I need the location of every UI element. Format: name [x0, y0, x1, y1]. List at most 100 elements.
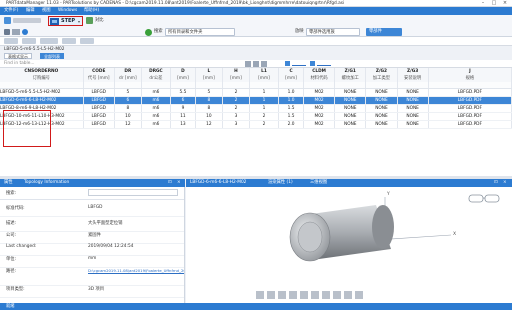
table-cell[interactable]: 2	[222, 96, 250, 105]
table-cell[interactable]: LBFGD	[83, 112, 115, 121]
col-header[interactable]: L1	[249, 68, 280, 75]
table-cell[interactable]: 3	[222, 120, 250, 129]
table-cell[interactable]: m6	[141, 120, 171, 129]
table-cell[interactable]: NONE	[397, 96, 429, 105]
table-cell[interactable]: 2.0	[278, 120, 304, 129]
3d-viewport[interactable]: Y X	[186, 187, 512, 303]
table-row[interactable]: LBFGD-6-m6-6-L8-H2-M02 LBFGD 6 m6 6 8 2 1 1.0 M02…	[0, 96, 512, 105]
properties-search-input[interactable]	[88, 189, 178, 196]
table-cell[interactable]: NONE	[334, 120, 367, 129]
col-header[interactable]: C	[278, 68, 304, 75]
tab-topology[interactable]: Topology Information	[24, 179, 69, 187]
checkbox-icon[interactable]	[310, 61, 315, 66]
menu-windows[interactable]: Windows	[58, 7, 77, 15]
menu-file[interactable]: 文件(F)	[4, 7, 18, 15]
table-tool-icon[interactable]	[245, 61, 251, 67]
close-icon[interactable]: ×	[503, 179, 507, 187]
table-cell[interactable]: M02	[303, 120, 336, 129]
table-cell[interactable]: M02	[303, 104, 336, 113]
parts-list-button[interactable]	[62, 38, 76, 44]
col-header[interactable]: Z/G2	[365, 68, 398, 75]
table-cell[interactable]: 1.5	[278, 104, 304, 113]
table-cell[interactable]: LBFGD.PDF	[428, 104, 512, 113]
table-cell[interactable]: LBFGD	[83, 120, 115, 129]
table-cell[interactable]: LBFGD-5-m6-5.5-L5-H2-M02	[0, 88, 84, 97]
close-icon[interactable]: ×	[177, 179, 181, 187]
table-cell[interactable]: LBFGD.PDF	[428, 88, 512, 97]
tab-table-view[interactable]: 表格式显示	[4, 53, 32, 59]
step-export-button[interactable]: STEP ▾	[48, 16, 83, 26]
filter-link[interactable]	[292, 61, 306, 66]
menu-help[interactable]: 帮助(H)	[84, 7, 99, 15]
search-icon[interactable]	[22, 29, 28, 35]
table-cell[interactable]: 12	[195, 120, 223, 129]
table-cell[interactable]: LBFGD	[83, 88, 115, 97]
table-tool-icon[interactable]	[253, 61, 259, 67]
table-cell[interactable]: LBFGD-6-m6-6-L8-H2-M02	[0, 96, 84, 105]
table-cell[interactable]: 5	[195, 88, 223, 97]
export-cad-button[interactable]	[13, 18, 41, 23]
table-row[interactable]: LBFGD-10-m6-11-L10-H3-M02 LBFGD 10 m6 11 10 3 2…	[0, 112, 512, 121]
table-cell[interactable]: NONE	[365, 96, 398, 105]
table-cell[interactable]: LBFGD.PDF	[428, 112, 512, 121]
table-cell[interactable]: 1.0	[278, 96, 304, 105]
table-cell[interactable]: NONE	[334, 112, 367, 121]
show-select[interactable]: 零部件选用族	[306, 28, 360, 36]
search-field-small[interactable]	[12, 29, 20, 35]
table-cell[interactable]: 1.0	[278, 88, 304, 97]
col-header[interactable]: CLDM	[303, 68, 336, 75]
col-header[interactable]: CNSORDERNO	[0, 68, 84, 75]
table-cell[interactable]: NONE	[365, 120, 398, 129]
table-cell[interactable]: 8	[195, 96, 223, 105]
table-cell[interactable]: 6	[170, 96, 196, 105]
menu-edit[interactable]: 编辑	[26, 7, 35, 15]
table-cell[interactable]: NONE	[334, 96, 367, 105]
close-icon[interactable]: ×	[500, 0, 510, 7]
history-button[interactable]	[22, 38, 36, 44]
table-cell[interactable]: NONE	[397, 104, 429, 113]
table-cell[interactable]: 5	[114, 88, 142, 97]
chevron-down-icon[interactable]: ▾	[78, 19, 80, 24]
table-cell[interactable]: 12	[114, 120, 142, 129]
find-in-table-input[interactable]: Find in table...	[4, 60, 34, 68]
col-header[interactable]: J	[428, 68, 512, 75]
tab-properties[interactable]: 属性	[4, 179, 13, 187]
table-row[interactable]: LBFGD-12-m6-13-L12-H3-M02 LBFGD 12 m6 13 12 3 2…	[0, 120, 512, 129]
table-cell[interactable]: 8	[195, 104, 223, 113]
table-cell[interactable]: 1	[249, 96, 280, 105]
table-cell[interactable]: 8	[114, 104, 142, 113]
table-cell[interactable]: 10	[114, 112, 142, 121]
table-cell[interactable]: 1	[249, 104, 280, 113]
table-cell[interactable]: 3	[222, 112, 250, 121]
col-header[interactable]: Z/G3	[397, 68, 429, 75]
table-cell[interactable]: 1.5	[278, 112, 304, 121]
table-cell[interactable]: LBFGD	[83, 96, 115, 105]
table-cell[interactable]: m6	[141, 104, 171, 113]
col-header[interactable]: Z/G1	[334, 68, 367, 75]
tab-all-list[interactable]: 全部列表	[40, 53, 64, 59]
export-cad-icon[interactable]	[4, 17, 11, 24]
table-cell[interactable]: NONE	[365, 104, 398, 113]
table-cell[interactable]: 10	[195, 112, 223, 121]
go-icon[interactable]	[145, 29, 152, 36]
table-cell[interactable]: m6	[141, 88, 171, 97]
table-cell[interactable]: LBFGD.PDF	[428, 96, 512, 105]
tab-part-view[interactable]: LBFGD-6-m6-6-L8-H2-M02	[190, 179, 246, 187]
parts-button[interactable]: 零部件	[366, 28, 402, 36]
col-header[interactable]: D	[170, 68, 196, 75]
table-cell[interactable]: LBFGD	[83, 104, 115, 113]
favorites-button[interactable]	[4, 38, 18, 44]
to-browser-button[interactable]: 对比	[95, 16, 104, 25]
filter-button[interactable]	[80, 38, 94, 44]
table-cell[interactable]: M02	[303, 96, 336, 105]
table-cell[interactable]: NONE	[365, 112, 398, 121]
maximize-icon[interactable]: □	[489, 0, 499, 7]
col-header[interactable]: H	[222, 68, 250, 75]
table-cell[interactable]: NONE	[397, 88, 429, 97]
table-cell[interactable]: 2	[222, 104, 250, 113]
col-header[interactable]: DRGC	[141, 68, 171, 75]
col-header[interactable]: DR	[114, 68, 142, 75]
table-cell[interactable]: 1	[249, 88, 280, 97]
table-cell[interactable]: M02	[303, 88, 336, 97]
scope-select[interactable]: 所有目录和文件夹	[165, 28, 235, 36]
